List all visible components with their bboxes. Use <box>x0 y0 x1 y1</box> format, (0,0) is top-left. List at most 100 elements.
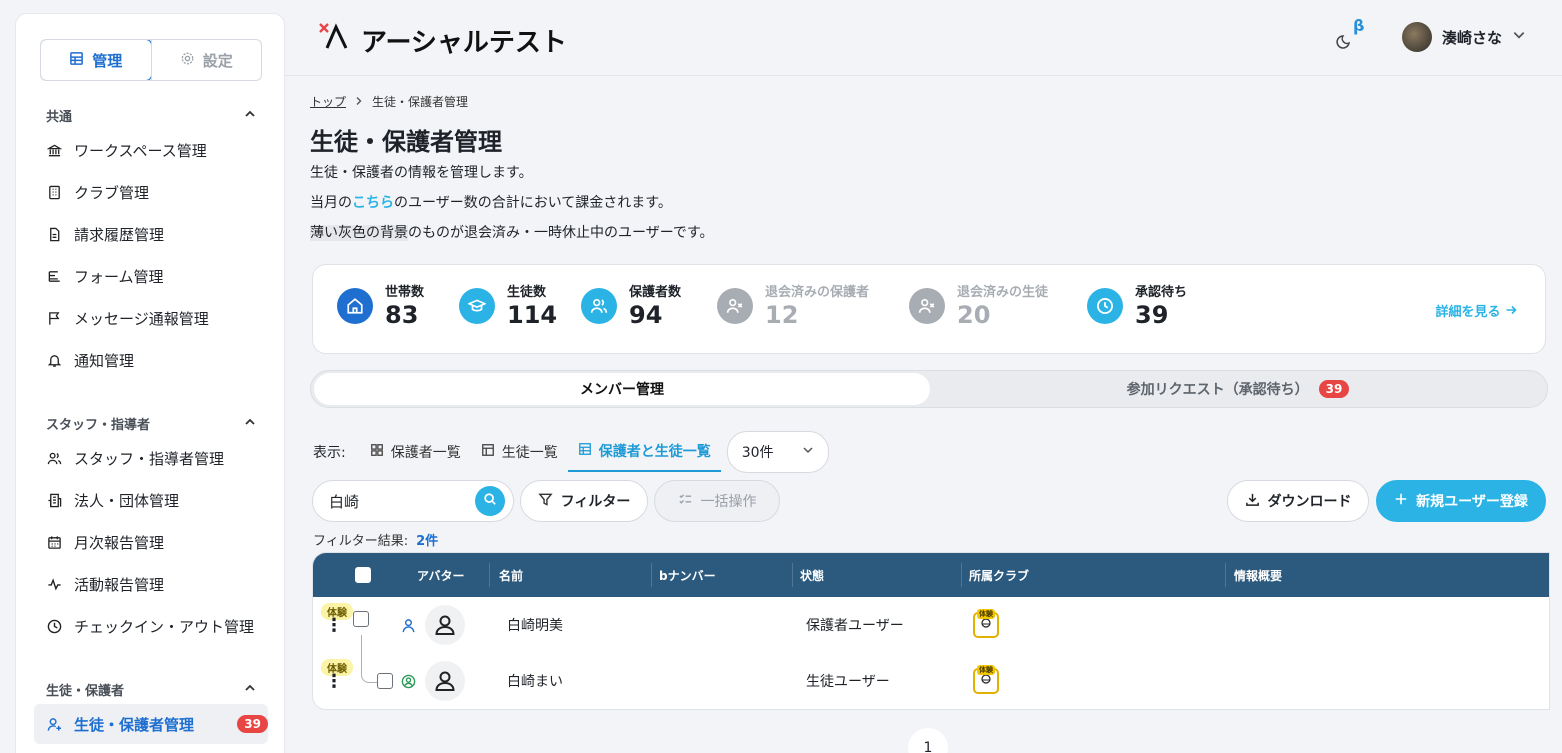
user-name[interactable]: 白崎明美 <box>507 597 563 653</box>
section-header-common[interactable]: 共通 <box>46 106 256 125</box>
office-icon <box>46 492 62 508</box>
stat-label: 生徒数 <box>507 285 547 300</box>
search-button[interactable] <box>475 486 505 516</box>
page-size-select[interactable]: 30件 <box>726 431 829 473</box>
club-logo-icon <box>979 617 993 633</box>
brand[interactable]: アーシャルテスト <box>317 22 567 59</box>
pagination-page-button[interactable]: 1 <box>908 728 948 753</box>
club-logo-icon <box>979 673 993 689</box>
club-badge[interactable]: 体験 <box>973 653 999 709</box>
download-icon <box>1245 492 1260 511</box>
billing-note-text: 当月の <box>310 195 352 211</box>
column-header-club[interactable]: 所属クラブ <box>969 553 1029 597</box>
view-option-students[interactable]: 生徒一覧 <box>471 432 568 472</box>
user-name: 湊崎さな <box>1441 28 1502 47</box>
sidebar-item-label: 法人・団体管理 <box>74 491 180 510</box>
invoice-icon <box>46 226 62 242</box>
search-input[interactable]: 白崎 <box>312 480 514 522</box>
view-option-guardians-and-students[interactable]: 保護者と生徒一覧 <box>567 432 721 472</box>
club-badge[interactable]: 体験 <box>973 597 999 653</box>
avatar[interactable] <box>425 653 465 709</box>
sidebar-item-label: クラブ管理 <box>74 183 150 202</box>
sidebar-item-label: 活動報告管理 <box>74 575 165 594</box>
users-icon <box>581 287 617 324</box>
column-header-avatar[interactable]: アバター <box>417 553 465 597</box>
filter-result: フィルター結果: 2件 <box>313 530 438 549</box>
filter-button[interactable]: フィルター <box>520 480 648 522</box>
sidebar-item-notifications[interactable]: 通知管理 <box>46 344 266 376</box>
section-header-students[interactable]: 生徒・保護者 <box>46 680 256 699</box>
avatar <box>1401 22 1432 52</box>
page-title: 生徒・保護者管理 <box>310 128 502 156</box>
breadcrumb: トップ 生徒・保護者管理 <box>310 93 468 110</box>
user-name[interactable]: 白崎まい <box>507 653 563 709</box>
user-x-icon <box>909 287 945 324</box>
bulk-action-button[interactable]: 一括操作 <box>654 480 780 522</box>
page-description: 生徒・保護者の情報を管理します。 <box>310 165 533 181</box>
sidebar-item-monthly-report[interactable]: 月次報告管理 <box>46 526 266 558</box>
user-status: 保護者ユーザー <box>806 618 904 634</box>
column-header-info[interactable]: 情報概要 <box>1234 553 1282 597</box>
sidebar-item-corporation[interactable]: 法人・団体管理 <box>46 484 266 516</box>
highlight-sample: 薄い灰色の背景 <box>310 225 408 241</box>
sidebar-item-label: 請求履歴管理 <box>74 225 165 244</box>
stat-label: 退会済みの生徒 <box>957 285 1049 300</box>
row-menu-button[interactable]: ⋮ <box>325 653 343 709</box>
stat-value: 12 <box>765 301 799 329</box>
activity-icon <box>46 576 62 592</box>
column-header-bnumber[interactable]: bナンバー <box>659 553 716 597</box>
section-header-staff[interactable]: スタッフ・指導者 <box>46 414 256 433</box>
sidebar-item-club[interactable]: クラブ管理 <box>46 176 266 208</box>
sidebar-item-staff[interactable]: スタッフ・指導者管理 <box>46 442 266 474</box>
table-row[interactable]: 体験 ⋮ 白崎まい 生徒ユーザー 体験 <box>313 653 1549 709</box>
table-icon <box>481 443 495 461</box>
row-checkbox[interactable] <box>353 591 369 647</box>
sidebar-item-activity-report[interactable]: 活動報告管理 <box>46 568 266 600</box>
section-title: 共通 <box>46 110 73 125</box>
avatar[interactable] <box>425 597 465 653</box>
user-menu[interactable]: 湊崎さな <box>1401 22 1526 52</box>
row-checkbox[interactable] <box>377 653 393 709</box>
stat-withdrawn-guardians: 退会済みの保護者 12 <box>717 281 869 330</box>
breadcrumb-home-link[interactable]: トップ <box>310 93 346 110</box>
building-icon <box>46 184 62 200</box>
user-status: 生徒ユーザー <box>806 674 890 690</box>
mode-tab-settings[interactable]: 設定 <box>150 40 262 80</box>
download-button[interactable]: ダウンロード <box>1227 480 1369 522</box>
stat-value: 39 <box>1135 301 1169 329</box>
tab-join-requests[interactable]: 参加リクエスト（承認待ち） 39 <box>931 373 1545 405</box>
sidebar-item-forms[interactable]: フォーム管理 <box>46 260 266 292</box>
table-row[interactable]: 体験 ⋮ 白崎明美 保護者ユーザー 体験 <box>313 597 1549 653</box>
new-user-button[interactable]: 新規ユーザー登録 <box>1376 480 1546 522</box>
column-divider <box>961 563 962 587</box>
tab-member-management[interactable]: メンバー管理 <box>314 373 930 405</box>
filter-result-label: フィルター結果: <box>313 534 409 549</box>
theme-toggle[interactable]: β <box>1336 16 1366 54</box>
view-option-label: 保護者一覧 <box>390 445 461 461</box>
billing-note-text: のユーザー数の合計において課金されます。 <box>394 195 672 211</box>
stat-students: 生徒数 114 <box>459 281 557 330</box>
mode-tab-manage[interactable]: 管理 <box>41 40 152 80</box>
column-header-name[interactable]: 名前 <box>499 553 523 597</box>
grid-icon <box>69 51 84 70</box>
sidebar-item-label: 月次報告管理 <box>74 533 165 552</box>
stat-label: 退会済みの保護者 <box>765 285 870 300</box>
club-trial-tag: 体験 <box>977 665 995 675</box>
sidebar-item-message-report[interactable]: メッセージ通報管理 <box>46 302 266 334</box>
arrow-right-icon <box>1505 305 1517 320</box>
view-option-guardians[interactable]: 保護者一覧 <box>360 432 471 472</box>
sidebar-item-billing[interactable]: 請求履歴管理 <box>46 218 266 250</box>
table-icon <box>578 442 592 460</box>
chevron-right-icon <box>354 95 364 109</box>
sidebar-item-checkin[interactable]: チェックイン・アウト管理 <box>46 610 266 642</box>
billing-note: 当月のこちらのユーザー数の合計において課金されます。 <box>310 192 672 212</box>
sidebar-item-label: ワークスペース管理 <box>74 141 207 160</box>
row-menu-button[interactable]: ⋮ <box>325 597 343 653</box>
top-bar: アーシャルテスト β 湊崎さな <box>285 0 1562 76</box>
sidebar-item-workspace[interactable]: ワークスペース管理 <box>46 134 266 166</box>
view-details-link[interactable]: 詳細を見る <box>1435 301 1517 320</box>
column-header-status[interactable]: 状態 <box>800 553 824 597</box>
billing-link[interactable]: こちら <box>352 195 394 211</box>
sidebar-item-students-guardians[interactable]: 生徒・保護者管理 39 <box>34 704 268 744</box>
calendar-icon <box>46 534 62 550</box>
